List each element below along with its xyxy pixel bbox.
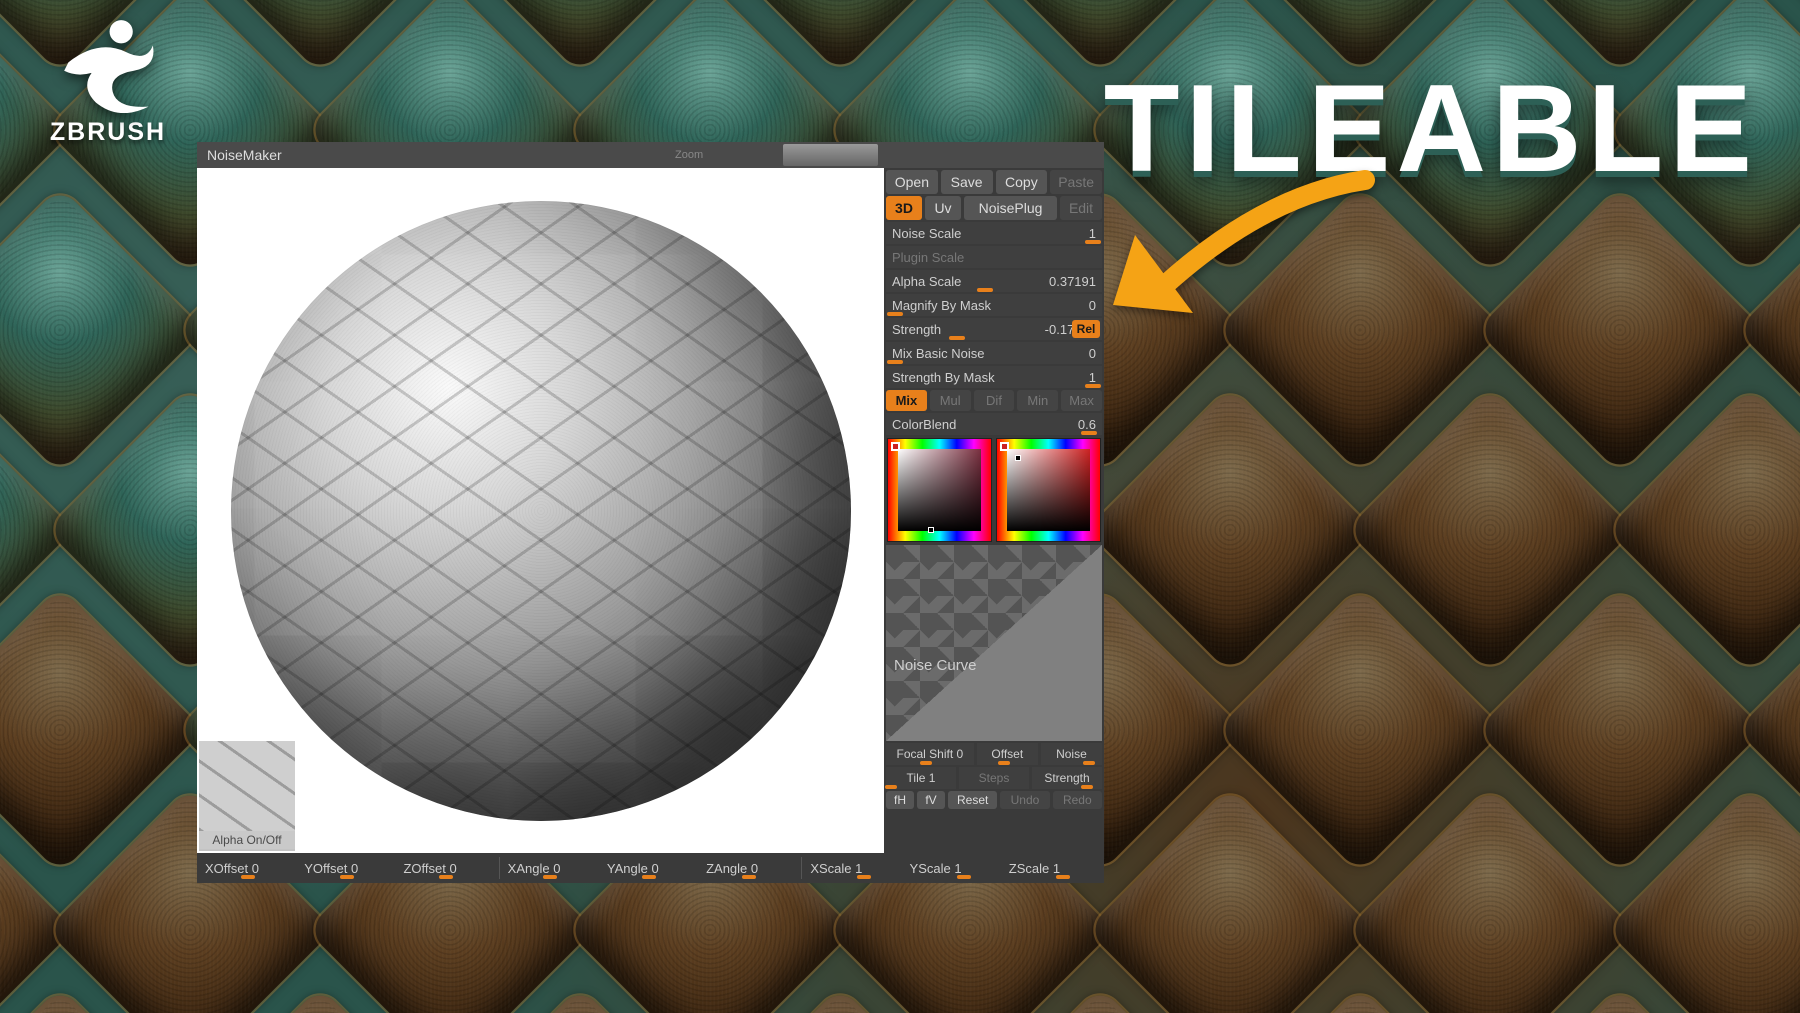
strength-by-mask-slider[interactable]: Strength By Mask 1 <box>886 366 1102 388</box>
steps-slider: Steps <box>959 767 1029 789</box>
focal-shift-slider[interactable]: Focal Shift 0 <box>886 743 974 765</box>
mode-3d-button[interactable]: 3D <box>886 196 922 220</box>
zangle-slider[interactable]: ZAngle 0 <box>702 853 797 883</box>
magnify-by-mask-slider[interactable]: Magnify By Mask 0 <box>886 294 1102 316</box>
color-picker-a[interactable] <box>887 438 992 542</box>
mode-uv-button[interactable]: Uv <box>925 196 961 220</box>
color-picker-b[interactable] <box>996 438 1101 542</box>
yangle-slider[interactable]: YAngle 0 <box>603 853 698 883</box>
zoom-strip: Zoom <box>669 142 884 168</box>
transform-sliders: XOffset 0 YOffset 0 ZOffset 0 XAngle 0 Y… <box>197 853 1104 883</box>
zoffset-slider[interactable]: ZOffset 0 <box>399 853 494 883</box>
yoffset-slider[interactable]: YOffset 0 <box>300 853 395 883</box>
blend-mul-button[interactable]: Mul <box>930 390 971 411</box>
yscale-slider[interactable]: YScale 1 <box>906 853 1001 883</box>
save-button[interactable]: Save <box>941 170 993 194</box>
zoom-preview[interactable] <box>783 144 878 166</box>
open-button[interactable]: Open <box>886 170 938 194</box>
arrow-annotation-icon <box>1095 165 1395 385</box>
blend-max-button[interactable]: Max <box>1061 390 1102 411</box>
zbrush-figure-icon <box>51 18 166 113</box>
mode-edit-button[interactable]: Edit <box>1060 196 1102 220</box>
alpha-swatch <box>199 741 295 831</box>
mix-basic-noise-slider[interactable]: Mix Basic Noise 0 <box>886 342 1102 364</box>
redo-button[interactable]: Redo <box>1053 791 1102 809</box>
blend-dif-button[interactable]: Dif <box>974 390 1015 411</box>
blend-min-button[interactable]: Min <box>1017 390 1058 411</box>
tile-slider[interactable]: Tile 1 <box>886 767 956 789</box>
window-title: NoiseMaker <box>207 147 282 163</box>
flip-h-button[interactable]: fH <box>886 791 914 809</box>
alpha-thumbnail[interactable]: Alpha On/Off <box>199 741 295 851</box>
color-pickers <box>886 437 1102 543</box>
noise-curve-editor[interactable]: Noise Curve <box>886 545 1102 741</box>
strength-rel-toggle[interactable]: Rel <box>1072 320 1100 338</box>
alpha-toggle-label: Alpha On/Off <box>199 831 295 849</box>
noisemaker-window: NoiseMaker Zoom Recenter Frame Zoom Move… <box>197 142 1104 883</box>
xangle-slider[interactable]: XAngle 0 <box>504 853 599 883</box>
xscale-slider[interactable]: XScale 1 <box>806 853 901 883</box>
plugin-scale-slider: Plugin Scale <box>886 246 1102 268</box>
zbrush-logo-text: ZBRUSH <box>28 118 188 147</box>
viewport[interactable]: Alpha On/Off <box>197 168 884 853</box>
offset-slider[interactable]: Offset <box>977 743 1038 765</box>
colorblend-slider[interactable]: ColorBlend 0.6 <box>886 413 1102 435</box>
noise-slider[interactable]: Noise <box>1041 743 1102 765</box>
noise-scale-slider[interactable]: Noise Scale 1 <box>886 222 1102 244</box>
xoffset-slider[interactable]: XOffset 0 <box>201 853 296 883</box>
alpha-scale-slider[interactable]: Alpha Scale 0.37191 <box>886 270 1102 292</box>
zscale-slider[interactable]: ZScale 1 <box>1005 853 1100 883</box>
zoom-label: Zoom <box>675 149 703 161</box>
blend-mix-button[interactable]: Mix <box>886 390 927 411</box>
viewport-column: Zoom Recenter Frame Zoom Move Alpha On/O… <box>197 168 884 853</box>
copy-button[interactable]: Copy <box>996 170 1048 194</box>
mode-noiseplug-button[interactable]: NoisePlug <box>964 196 1057 220</box>
side-panel: Open Save Copy Paste 3D Uv NoisePlug Edi… <box>884 168 1104 853</box>
reset-button[interactable]: Reset <box>948 791 997 809</box>
zbrush-logo: ZBRUSH <box>28 18 188 148</box>
window-titlebar[interactable]: NoiseMaker <box>197 142 1104 168</box>
strength-slider[interactable]: Strength -0.17457 Rel <box>886 318 1102 340</box>
preview-sphere <box>231 201 851 821</box>
noise-curve-label: Noise Curve <box>894 657 977 674</box>
undo-button[interactable]: Undo <box>1000 791 1049 809</box>
strength2-slider[interactable]: Strength <box>1032 767 1102 789</box>
paste-button[interactable]: Paste <box>1050 170 1102 194</box>
flip-v-button[interactable]: fV <box>917 791 945 809</box>
